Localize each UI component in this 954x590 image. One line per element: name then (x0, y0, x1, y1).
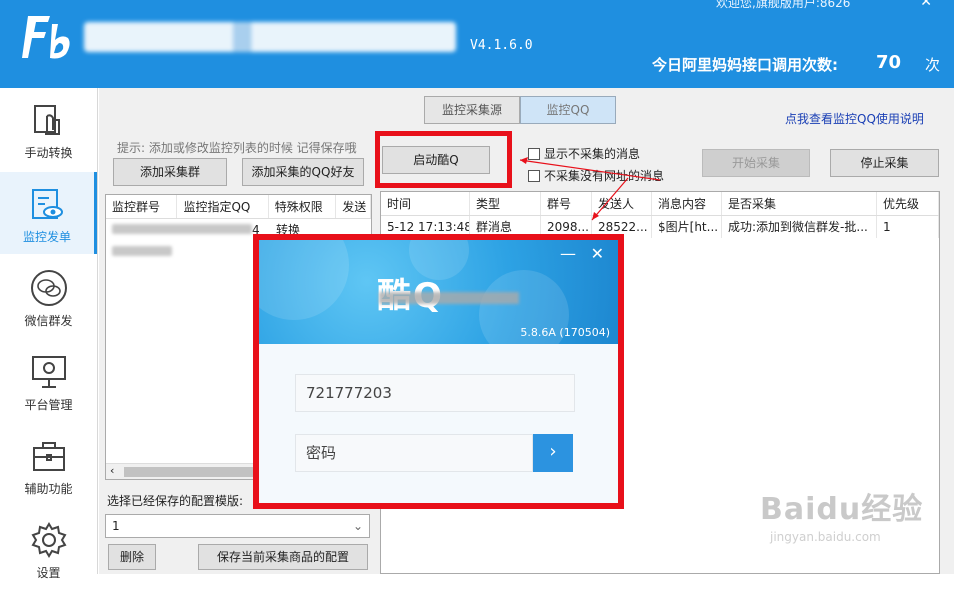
app-title-redacted (84, 22, 456, 52)
sidebar-item-platform[interactable]: 平台管理 (0, 340, 97, 422)
template-select[interactable]: 1 ⌄ (105, 514, 370, 538)
close-window-icon[interactable]: ✕ (920, 0, 932, 10)
column-header[interactable]: 监控指定QQ (177, 195, 269, 218)
scroll-left-icon[interactable]: ‹ (110, 464, 114, 477)
column-header[interactable]: 发送 (336, 195, 371, 218)
login-banner: — ✕ 酷Q 5.8.6A (170504) (259, 240, 618, 344)
delete-button[interactable]: 删除 (108, 544, 156, 570)
sidebar: 手动转换 监控发单 微信群发 平台管理 辅助功能 设置 (0, 88, 98, 580)
help-link[interactable]: 点我查看监控QQ使用说明 (785, 110, 924, 127)
column-header[interactable]: 时间 (381, 192, 470, 215)
baidu-watermark: Baidu经验 (760, 492, 924, 527)
table-header: 监控群号 监控指定QQ 特殊权限 发送 (106, 195, 371, 219)
redacted-value (112, 224, 252, 234)
column-header[interactable]: 监控群号 (106, 195, 178, 218)
sidebar-item-label: 设置 (36, 566, 61, 580)
toolbox-icon (29, 436, 69, 476)
selected-template: 1 (112, 519, 120, 533)
close-icon[interactable]: ✕ (591, 244, 604, 263)
coolq-version: 5.8.6A (170504) (520, 326, 610, 339)
sidebar-item-label: 平台管理 (24, 398, 73, 412)
table-cell: 成功:添加到微信群发-批... (722, 216, 877, 238)
chevron-down-icon: ⌄ (352, 519, 363, 533)
welcome-text: 欢迎您,旗舰版用户:8626 (716, 0, 851, 10)
table-cell: 1 (877, 216, 939, 238)
decorative-bubble (259, 240, 349, 320)
template-select-label: 选择已经保存的配置模版: (107, 494, 244, 508)
add-friend-button[interactable]: 添加采集的QQ好友 (242, 158, 364, 186)
column-header[interactable]: 优先级 (877, 192, 939, 215)
save-config-button[interactable]: 保存当前采集商品的配置 (198, 544, 368, 570)
app-version: V4.1.6.0 (470, 38, 533, 53)
gear-icon (29, 520, 69, 560)
add-group-button[interactable]: 添加采集群 (113, 158, 227, 186)
stop-collect-button[interactable]: 停止采集 (830, 149, 939, 177)
sidebar-item-monitor[interactable]: 监控发单 (0, 172, 97, 254)
sidebar-item-label: 手动转换 (24, 146, 73, 160)
scrollbar-thumb[interactable] (124, 467, 254, 477)
coolq-login-dialog: — ✕ 酷Q 5.8.6A (170504) 721777203 密码 › (259, 240, 618, 503)
api-usage-label: 今日阿里妈妈接口调用次数: (652, 56, 838, 74)
column-header[interactable]: 特殊权限 (269, 195, 337, 218)
redacted-logo-suffix (379, 292, 519, 304)
annotation-arrows (519, 157, 661, 221)
password-field[interactable]: 密码 (295, 434, 533, 472)
launch-highlight-box (375, 131, 512, 188)
tab-monitor-source[interactable]: 监控采集源 (424, 96, 520, 124)
minimize-icon[interactable]: — (560, 244, 576, 263)
api-usage-count: 70 (876, 52, 902, 73)
baidu-watermark-url: jingyan.baidu.com (770, 530, 881, 544)
sidebar-item-label: 辅助功能 (24, 482, 73, 496)
sidebar-item-label: 监控发单 (22, 230, 71, 244)
tab-monitor-qq[interactable]: 监控QQ (520, 96, 616, 124)
monitor-icon (27, 184, 67, 224)
start-collect-button[interactable]: 开始采集 (702, 149, 810, 177)
coolq-login-highlight: — ✕ 酷Q 5.8.6A (170504) 721777203 密码 › (253, 234, 624, 509)
sidebar-item-tools[interactable]: 辅助功能 (0, 424, 97, 506)
hand-convert-icon (29, 100, 69, 140)
sidebar-item-wechat-broadcast[interactable]: 微信群发 (0, 256, 97, 338)
app-logo (22, 16, 70, 59)
sidebar-item-settings[interactable]: 设置 (0, 508, 97, 590)
sidebar-item-manual-convert[interactable]: 手动转换 (0, 88, 97, 170)
account-field[interactable]: 721777203 (295, 374, 575, 412)
platform-icon (29, 352, 69, 392)
redacted-value (112, 246, 172, 256)
hint-text: 提示: 添加或修改监控列表的时候 记得保存哦 (117, 141, 357, 155)
wechat-icon (29, 268, 69, 308)
source-tabs: 监控采集源 监控QQ (424, 96, 616, 124)
column-header[interactable]: 是否采集 (722, 192, 877, 215)
api-usage-unit: 次 (925, 56, 941, 74)
login-arrow-button[interactable]: › (533, 434, 573, 472)
sidebar-item-label: 微信群发 (24, 314, 73, 328)
title-bar: V4.1.6.0 欢迎您,旗舰版用户:8626 ✕ 今日阿里妈妈接口调用次数: … (0, 0, 954, 88)
